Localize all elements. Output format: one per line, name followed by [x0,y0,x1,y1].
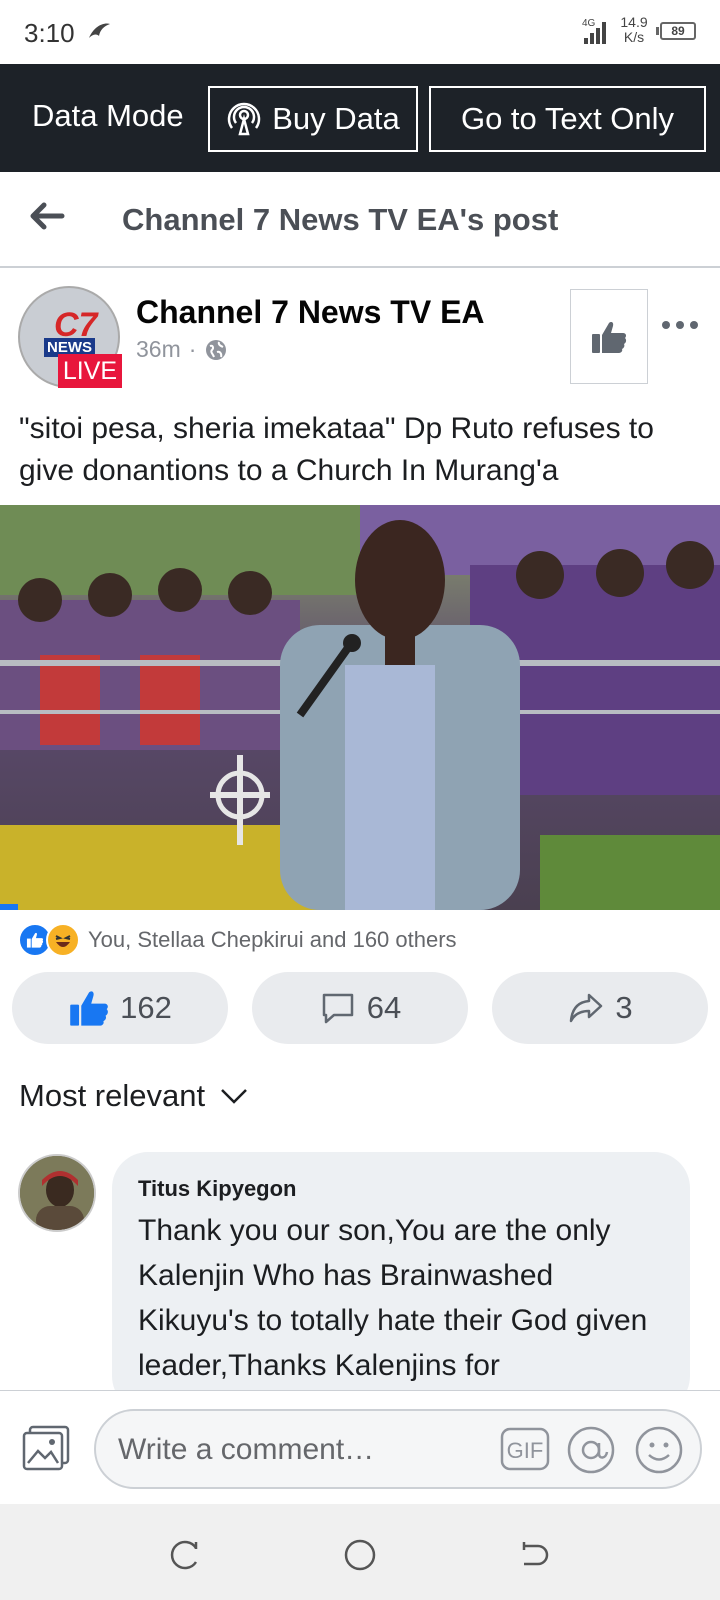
more-options-icon[interactable] [660,318,700,332]
back-icon[interactable] [518,1538,552,1572]
notification-bird-icon [89,23,110,38]
buy-data-label: Buy Data [272,101,400,136]
reactions-summary[interactable]: You, Stellaa Chepkirui and 160 others [18,922,457,958]
back-arrow-icon[interactable] [26,196,68,236]
gif-label: GIF [507,1438,544,1463]
comment-bubble[interactable]: Titus Kipyegon Thank you our son,You are… [112,1152,690,1412]
post-time[interactable]: 36m [136,336,181,363]
video-progress-bar[interactable] [0,904,18,910]
comment-count: 64 [366,990,402,1025]
comment-sort-dropdown[interactable]: Most relevant [19,1078,249,1114]
comment-composer: Write a comment… GIF [0,1390,720,1504]
thumbs-up-icon [592,321,627,353]
comment-text: Thank you our son,You are the only Kalen… [138,1214,648,1382]
comment-input[interactable]: Write a comment… GIF [94,1409,702,1489]
post-text: "sitoi pesa, sheria imekataa" Dp Ruto re… [19,412,654,487]
post-video[interactable] [0,505,720,910]
comment-icon [322,993,353,1024]
page-title: Channel 7 News TV EA's post [122,202,559,237]
recent-apps-icon[interactable] [168,1538,202,1572]
comment-placeholder: Write a comment… [118,1433,375,1466]
sort-label: Most relevant [19,1078,206,1113]
mention-icon[interactable] [566,1425,616,1475]
speed-unit: K/s [623,29,645,45]
live-badge: LIVE [58,354,122,388]
data-mode-bar: Data Mode Buy Data Go to Text Only [0,64,720,172]
reactions-text: You, Stellaa Chepkirui and 160 others [88,927,457,952]
like-count: 162 [120,990,172,1025]
status-time: 3:10 [24,18,75,48]
emoji-icon[interactable] [634,1425,684,1475]
text-only-label: Go to Text Only [460,101,675,136]
comment-author[interactable]: Titus Kipyegon [138,1176,664,1202]
like-button[interactable]: 162 [12,972,228,1044]
commenter-photo [20,1156,94,1230]
globe-icon [206,339,227,360]
post-meta: 36m · [136,336,228,363]
buy-data-button[interactable]: Buy Data [208,86,418,152]
haha-reaction-icon [46,923,80,957]
post-author[interactable]: Channel 7 News TV EA [136,294,485,331]
meta-separator: · [188,336,197,362]
speed-value: 14.9 [620,14,648,30]
share-button[interactable]: 3 [492,972,708,1044]
video-frame [0,505,720,910]
data-mode-label: Data Mode [32,98,184,133]
like-page-button[interactable] [570,289,648,384]
comment-button[interactable]: 64 [252,972,468,1044]
battery-icon: 89 [656,22,696,40]
text-only-button[interactable]: Go to Text Only [429,86,706,152]
network-speed: 14.9 K/s [616,15,652,45]
share-icon [570,993,603,1023]
photo-attach-icon[interactable] [20,1423,72,1473]
share-count: 3 [615,990,633,1025]
commenter-avatar[interactable] [18,1154,96,1232]
gif-icon[interactable]: GIF [500,1427,550,1471]
post-header: Channel 7 News TV EA's post [0,172,720,268]
broadcast-icon [227,102,261,136]
system-nav-bar [0,1504,720,1600]
home-icon[interactable] [343,1538,377,1572]
svg-text:4G: 4G [582,18,596,29]
signal-icon: 4G [582,18,606,44]
chevron-down-icon [221,1089,247,1104]
status-bar: 3:10 4G 14.9 K/s 89 [0,0,720,64]
battery-level: 89 [671,24,685,38]
like-icon [70,991,109,1026]
